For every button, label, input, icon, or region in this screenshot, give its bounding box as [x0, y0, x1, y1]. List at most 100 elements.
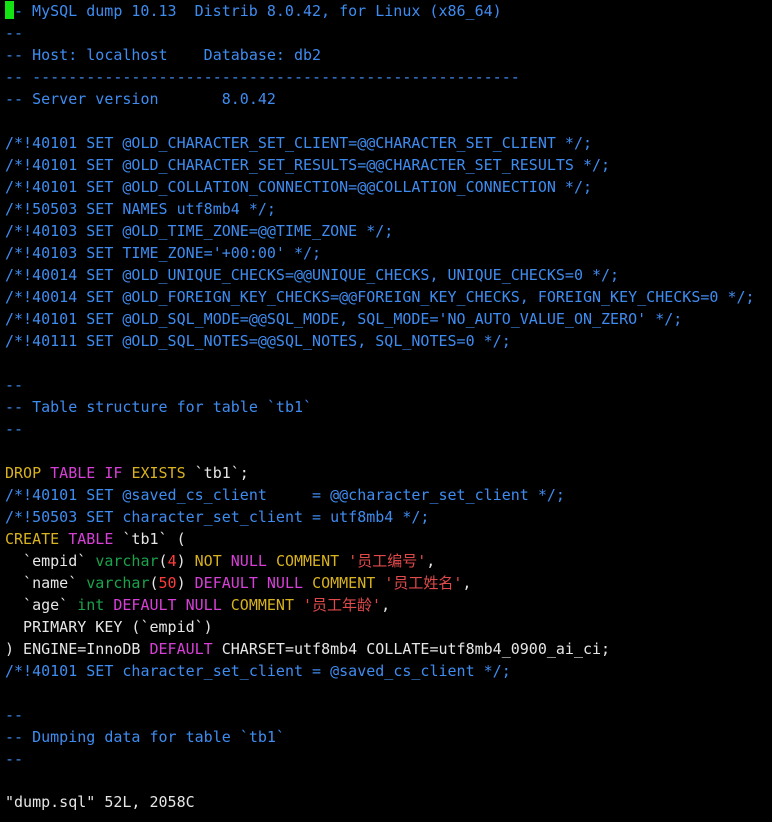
code-token: `name`: [5, 574, 87, 592]
code-token: /*!40101 SET @OLD_CHARACTER_SET_CLIENT=@…: [5, 134, 592, 152]
code-token: NOT: [194, 552, 222, 570]
code-token: /*!40101 SET @OLD_COLLATION_CONNECTION=@…: [5, 178, 592, 196]
code-token: --: [5, 750, 24, 768]
code-token: NULL: [266, 574, 304, 592]
code-token: /*!40103 SET @OLD_TIME_ZONE=@@TIME_ZONE …: [5, 222, 394, 240]
code-token: --: [5, 376, 24, 394]
code-token: COMMENT: [230, 596, 294, 614]
code-line: `empid` varchar(4) NOT NULL COMMENT '员工编…: [5, 550, 772, 572]
code-line: --: [5, 374, 772, 396]
code-token: - MySQL dump 10.13 Distrib 8.0.42, for L…: [14, 2, 502, 20]
code-line: /*!40103 SET TIME_ZONE='+00:00' */;: [5, 242, 772, 264]
code-line: -- Table structure for table `tb1`: [5, 396, 772, 418]
code-line: /*!50503 SET character_set_client = utf8…: [5, 506, 772, 528]
code-line: /*!40103 SET @OLD_TIME_ZONE=@@TIME_ZONE …: [5, 220, 772, 242]
code-token: /*!50503 SET character_set_client = utf8…: [5, 508, 430, 526]
code-token: --: [5, 706, 24, 724]
code-token: EXISTS: [131, 464, 186, 482]
code-line: /*!40111 SET @OLD_SQL_NOTES=@@SQL_NOTES,…: [5, 330, 772, 352]
code-token: /*!40103 SET TIME_ZONE='+00:00' */;: [5, 244, 322, 262]
code-token: '员工姓名': [384, 574, 463, 592]
code-token: (: [158, 552, 168, 570]
code-line: --: [5, 704, 772, 726]
code-line: -- Server version 8.0.42: [5, 88, 772, 110]
code-token: `age`: [5, 596, 78, 614]
code-line: `age` int DEFAULT NULL COMMENT '员工年龄',: [5, 594, 772, 616]
code-token: ) ENGINE=InnoDB: [5, 640, 150, 658]
code-token: /*!40101 SET @saved_cs_client = @@charac…: [5, 486, 565, 504]
status-line: "dump.sql" 52L, 2058C: [5, 793, 195, 811]
code-token: `tb1` (: [113, 530, 186, 548]
code-token: NULL: [185, 596, 222, 614]
code-token: -- Dumping data for table `tb1`: [5, 728, 285, 746]
code-token: `tb1`;: [185, 464, 249, 482]
code-line: /*!40101 SET @saved_cs_client = @@charac…: [5, 484, 772, 506]
code-line: /*!40014 SET @OLD_FOREIGN_KEY_CHECKS=@@F…: [5, 286, 772, 308]
code-token: /*!40014 SET @OLD_FOREIGN_KEY_CHECKS=@@F…: [5, 288, 755, 306]
code-token: -- Server version 8.0.42: [5, 90, 276, 108]
code-token: ,: [426, 552, 436, 570]
code-token: ): [176, 574, 195, 592]
code-token: TABLE: [50, 464, 96, 482]
code-token: /*!40014 SET @OLD_UNIQUE_CHECKS=@@UNIQUE…: [5, 266, 620, 284]
code-token: COMMENT: [312, 574, 376, 592]
code-line: - MySQL dump 10.13 Distrib 8.0.42, for L…: [5, 0, 772, 22]
code-line: -- Host: localhost Database: db2: [5, 44, 772, 66]
code-token: -- Table structure for table `tb1`: [5, 398, 313, 416]
code-token: PRIMARY KEY (`empid`): [5, 618, 213, 636]
code-line: CREATE TABLE `tb1` (: [5, 528, 772, 550]
code-token: -- Host: localhost Database: db2: [5, 46, 322, 64]
code-line: --: [5, 22, 772, 44]
code-token: `empid`: [5, 552, 96, 570]
code-token: /*!40111 SET @OLD_SQL_NOTES=@@SQL_NOTES,…: [5, 332, 511, 350]
code-line: --: [5, 418, 772, 440]
code-line: PRIMARY KEY (`empid`): [5, 616, 772, 638]
code-line: /*!40101 SET @OLD_COLLATION_CONNECTION=@…: [5, 176, 772, 198]
code-line: /*!40101 SET @OLD_CHARACTER_SET_CLIENT=@…: [5, 132, 772, 154]
code-token: '员工年龄': [303, 596, 382, 614]
code-line: /*!40101 SET character_set_client = @sav…: [5, 660, 772, 682]
code-token: DROP: [5, 464, 42, 482]
code-token: /*!40101 SET character_set_client = @sav…: [5, 662, 511, 680]
code-token: --: [5, 24, 24, 42]
editor-text-area[interactable]: - MySQL dump 10.13 Distrib 8.0.42, for L…: [5, 0, 772, 770]
code-token: ,: [462, 574, 472, 592]
code-token: NULL: [230, 552, 267, 570]
code-token: /*!40101 SET @OLD_CHARACTER_SET_RESULTS=…: [5, 156, 611, 174]
code-token: DEFAULT: [194, 574, 258, 592]
code-line: DROP TABLE IF EXISTS `tb1`;: [5, 462, 772, 484]
code-line: /*!40101 SET @OLD_SQL_MODE=@@SQL_MODE, S…: [5, 308, 772, 330]
code-token: (: [149, 574, 159, 592]
code-token: varchar: [86, 574, 150, 592]
code-line: /*!40014 SET @OLD_UNIQUE_CHECKS=@@UNIQUE…: [5, 264, 772, 286]
code-token: 50: [158, 574, 177, 592]
code-line: ) ENGINE=InnoDB DEFAULT CHARSET=utf8mb4 …: [5, 638, 772, 660]
code-line: -- -------------------------------------…: [5, 66, 772, 88]
code-line: --: [5, 748, 772, 770]
code-line: `name` varchar(50) DEFAULT NULL COMMENT …: [5, 572, 772, 594]
code-token: -- -------------------------------------…: [5, 68, 520, 86]
code-token: DEFAULT: [113, 596, 177, 614]
code-token: --: [5, 420, 24, 438]
code-token: ): [176, 552, 195, 570]
code-line: /*!50503 SET NAMES utf8mb4 */;: [5, 198, 772, 220]
code-token: CHARSET=utf8mb4 COLLATE=utf8mb4_0900_ai_…: [212, 640, 611, 658]
code-token: 4: [167, 552, 177, 570]
code-token: CREATE: [5, 530, 60, 548]
code-line: /*!40101 SET @OLD_CHARACTER_SET_RESULTS=…: [5, 154, 772, 176]
text-cursor: [5, 1, 14, 19]
code-token: IF: [104, 464, 123, 482]
